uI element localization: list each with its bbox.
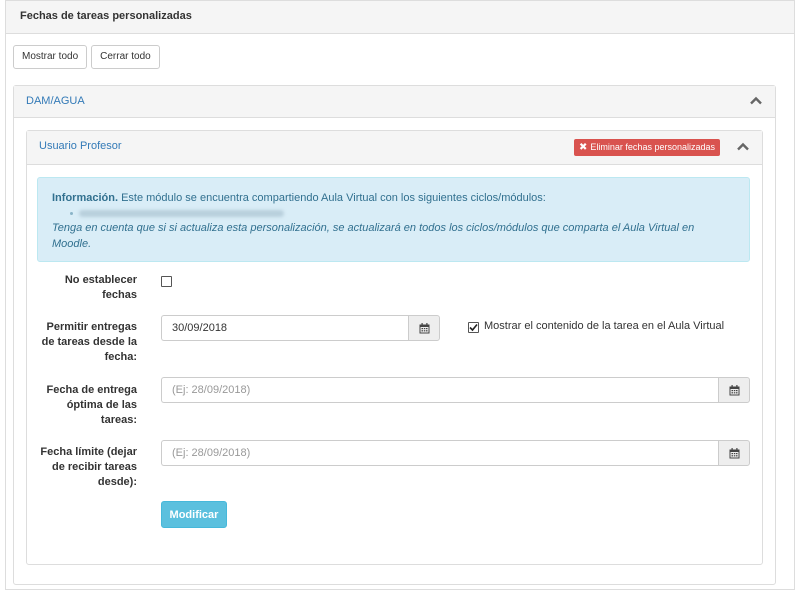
calendar-icon[interactable] — [718, 440, 750, 466]
calendar-icon-glyph — [419, 322, 429, 333]
allow-from-label: Permitir entregas de tareas desde la fec… — [41, 321, 137, 363]
info-alert: Información. Este módulo se encuentra co… — [37, 177, 750, 262]
optimal-due-input[interactable] — [161, 377, 718, 403]
show-content-checkbox[interactable] — [468, 322, 479, 333]
group-title[interactable]: DAM/AGUA — [26, 95, 85, 107]
show-content-label[interactable]: Mostrar el contenido de la tarea en el A… — [484, 320, 724, 332]
calendar-icon[interactable] — [718, 377, 750, 403]
user-panel: Usuario Profesor ✖ Eliminar fechas perso… — [26, 130, 763, 565]
group-panel-header[interactable]: DAM/AGUA — [14, 86, 775, 118]
deadline-label: Fecha límite (dejar de recibir tareas de… — [40, 446, 137, 488]
delete-custom-dates-button[interactable]: ✖ Eliminar fechas personalizadas — [574, 139, 720, 156]
calendar-icon-glyph — [729, 447, 739, 458]
info-label: Información. — [52, 192, 119, 204]
close-icon: ✖ — [579, 142, 588, 153]
info-note: Tenga en cuenta que si si actualiza esta… — [52, 222, 695, 250]
optimal-due-label: Fecha de entrega óptima de las tareas: — [46, 384, 137, 426]
deadline-group — [161, 440, 750, 466]
user-panel-title[interactable]: Usuario Profesor — [39, 140, 122, 152]
show-all-button[interactable]: Mostrar todo — [13, 45, 88, 69]
bullet — [70, 211, 73, 215]
calendar-icon[interactable] — [408, 315, 440, 341]
group-panel: DAM/AGUA Usuario Profesor ✖ Eliminar fec… — [13, 85, 776, 585]
shared-module-item — [52, 206, 735, 220]
toolbar: Mostrar todo Cerrar todo — [13, 45, 160, 69]
no-dates-checkbox[interactable] — [161, 276, 172, 287]
modify-button[interactable]: Modificar — [161, 501, 227, 528]
blurred-module-name — [79, 209, 284, 217]
allow-from-group — [161, 315, 440, 341]
optimal-due-group — [161, 377, 750, 403]
page-title: Fechas de tareas personalizadas — [6, 1, 794, 34]
allow-from-input[interactable] — [161, 315, 408, 341]
close-all-button[interactable]: Cerrar todo — [91, 45, 160, 69]
info-text: Este módulo se encuentra compartiendo Au… — [121, 192, 546, 204]
info-line: Información. Este módulo se encuentra co… — [52, 190, 735, 206]
user-panel-header[interactable]: Usuario Profesor ✖ Eliminar fechas perso… — [27, 131, 762, 165]
calendar-icon-glyph — [729, 384, 739, 395]
check-icon — [469, 323, 478, 332]
deadline-input[interactable] — [161, 440, 718, 466]
no-dates-label: No establecer fechas — [64, 274, 137, 301]
chevron-up-icon[interactable] — [736, 140, 750, 154]
chevron-up-icon[interactable] — [749, 94, 763, 108]
delete-custom-dates-label: Eliminar fechas personalizadas — [590, 142, 715, 152]
